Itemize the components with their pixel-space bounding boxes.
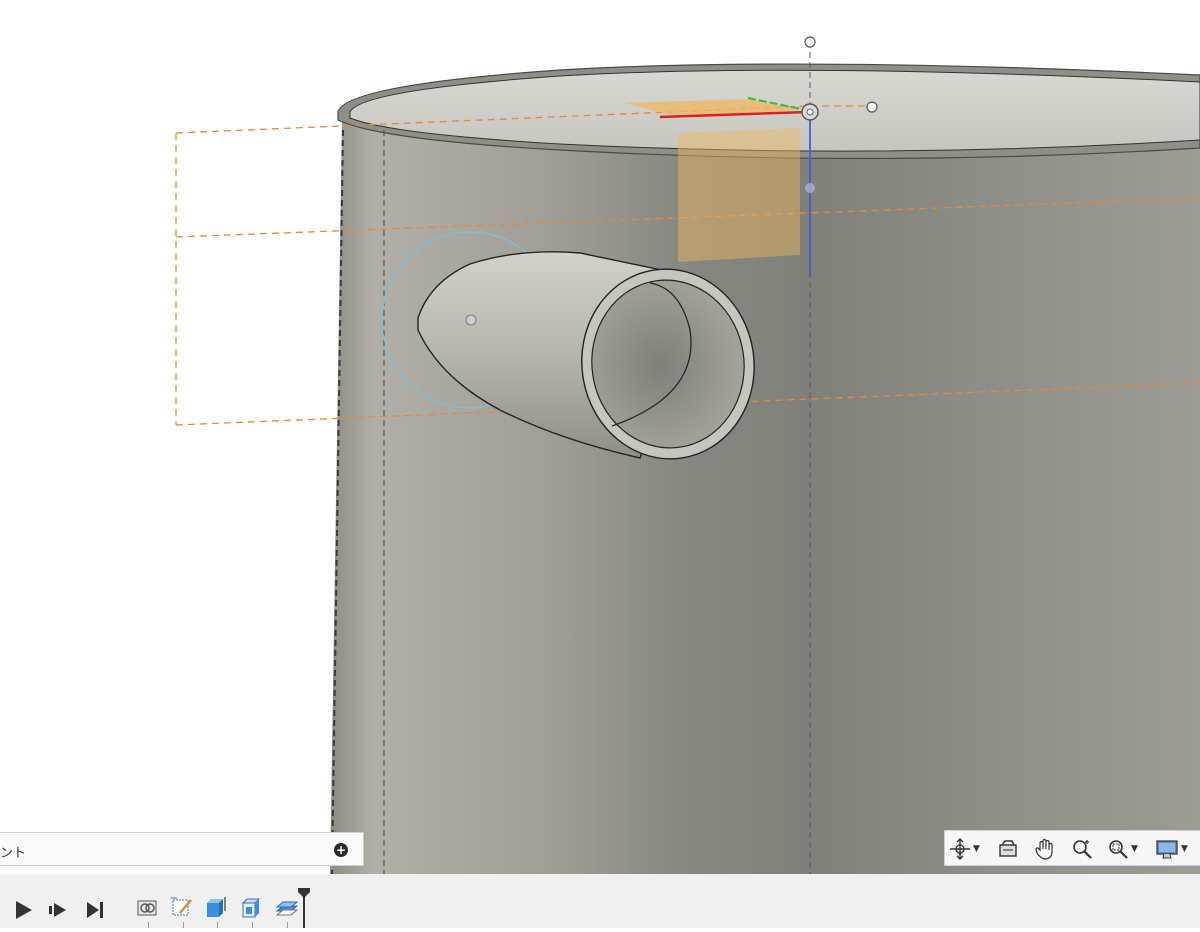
circle-center-point[interactable] <box>465 314 477 326</box>
timeline-tick <box>217 922 218 928</box>
navigation-toolbar: ▼ ▼ ▼ <box>944 830 1200 866</box>
canvas-viewport[interactable] <box>0 0 1200 874</box>
zoom-window-button[interactable]: ▼ <box>1107 835 1138 863</box>
add-comment-icon[interactable]: + <box>334 843 348 857</box>
timeline-feature-offset-plane[interactable] <box>275 895 299 919</box>
joint-feature-icon <box>137 900 157 916</box>
zoom-dropdown-icon[interactable]: ▼ <box>1131 844 1138 854</box>
step-forward-button[interactable] <box>48 902 68 922</box>
pan-hand-icon <box>1035 838 1053 860</box>
play-button[interactable] <box>14 900 34 924</box>
look-at-icon <box>999 840 1017 857</box>
display-dropdown-icon[interactable]: ▼ <box>1181 844 1188 854</box>
timeline-feature-joint[interactable] <box>136 895 160 919</box>
comments-panel[interactable]: ント + <box>0 832 364 866</box>
model-scene[interactable] <box>0 0 1200 874</box>
handle-top[interactable] <box>804 36 816 48</box>
zoom-icon <box>1073 840 1092 859</box>
display-settings-icon <box>1156 840 1178 859</box>
look-at-button[interactable] <box>997 835 1019 863</box>
handle-right[interactable] <box>866 101 878 113</box>
timeline-tick <box>287 922 288 928</box>
zoom-button[interactable] <box>1071 835 1093 863</box>
handle-z[interactable] <box>805 183 815 193</box>
timeline-tick <box>148 922 149 928</box>
zoom-window-icon <box>1109 840 1128 859</box>
timeline-feature-shell[interactable] <box>240 895 264 919</box>
timeline-tick <box>183 922 184 928</box>
pan-button[interactable] <box>1034 835 1056 863</box>
go-to-end-button[interactable] <box>86 901 106 923</box>
timeline-feature-extrude[interactable] <box>204 895 228 919</box>
orbit-icon <box>950 838 970 860</box>
orbit-dropdown-icon[interactable]: ▼ <box>973 844 980 854</box>
sketch-feature-icon <box>171 897 192 916</box>
go-to-end-icon <box>87 902 103 918</box>
timeline-tick <box>252 922 253 928</box>
shell-feature-icon <box>241 898 261 918</box>
offset-plane-feature-icon <box>275 901 299 916</box>
timeline-bar <box>0 874 1200 928</box>
orbit-button[interactable]: ▼ <box>949 835 980 863</box>
extrude-feature-icon <box>207 897 226 917</box>
timeline-marker-icon <box>298 888 310 928</box>
timeline-feature-sketch[interactable] <box>170 895 194 919</box>
display-settings-button[interactable]: ▼ <box>1155 835 1188 863</box>
step-forward-icon <box>49 903 66 917</box>
timeline-marker[interactable] <box>298 888 310 928</box>
play-icon <box>16 901 32 919</box>
comments-label: ント <box>0 846 27 861</box>
